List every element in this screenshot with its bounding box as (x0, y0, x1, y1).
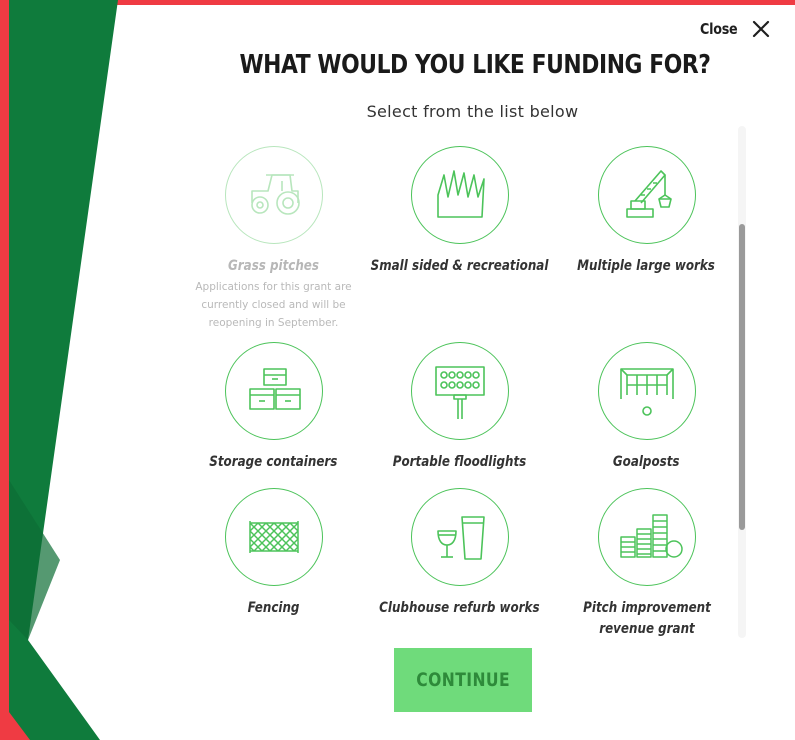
red-frame-left (0, 0, 9, 740)
crane-icon (625, 170, 672, 218)
option-icon-circle (410, 146, 509, 244)
option-icon-circle (224, 146, 323, 244)
option-icon-circle (410, 488, 509, 586)
glasses-icon (436, 516, 485, 560)
option-label: Clubhouse refurb works (379, 600, 540, 616)
option-small-sided-recreational[interactable]: Small sided & recreational (366, 146, 553, 277)
floodlight-icon (434, 366, 485, 419)
option-icon-circle (597, 342, 696, 440)
storage-boxes-icon (248, 368, 301, 410)
page-subtitle: Select from the list below (366, 102, 579, 121)
option-icon-circle (597, 146, 696, 244)
option-storage-containers[interactable]: Storage containers (180, 342, 367, 473)
close-button[interactable]: Close (700, 14, 772, 44)
coin-stacks-icon (619, 514, 683, 558)
close-label: Close (700, 20, 738, 38)
option-closed-note: Applications for this grant are currentl… (195, 281, 352, 329)
continue-button[interactable]: CONTINUE (394, 648, 532, 712)
option-label: Pitch improvement revenue grant (582, 600, 711, 637)
option-label: Fencing (247, 600, 300, 616)
option-icon-circle (224, 488, 323, 586)
option-label: Storage containers (209, 454, 338, 470)
option-multiple-large-works[interactable]: Multiple large works (553, 146, 740, 277)
option-goalposts[interactable]: Goalposts (553, 342, 740, 473)
option-grass-pitches: Grass pitches Applications for this gran… (180, 146, 367, 332)
option-label: Goalposts (613, 454, 680, 470)
option-icon-circle (224, 342, 323, 440)
option-portable-floodlights[interactable]: Portable floodlights (366, 342, 553, 473)
funding-options-grid: Grass pitches Applications for this gran… (180, 138, 740, 638)
option-icon-circle (410, 342, 509, 440)
option-icon-circle (597, 488, 696, 586)
page-title: WHAT WOULD YOU LIKE FUNDING FOR? (239, 50, 711, 80)
tractor-icon (250, 174, 300, 215)
option-label: Small sided & recreational (370, 258, 549, 274)
goalpost-icon (619, 368, 674, 416)
option-label: Multiple large works (577, 258, 716, 274)
fence-icon (248, 521, 299, 553)
option-fencing[interactable]: Fencing (180, 488, 367, 619)
option-clubhouse-refurb-works[interactable]: Clubhouse refurb works (366, 488, 553, 619)
close-icon (752, 20, 770, 38)
red-frame-top (0, 0, 795, 5)
option-label: Portable floodlights (392, 454, 527, 470)
option-label: Grass pitches (228, 258, 319, 274)
continue-label: CONTINUE (416, 669, 510, 691)
scrollbar-track[interactable] (738, 126, 746, 638)
scrollbar-thumb[interactable] (739, 224, 745, 530)
artificial-grass-icon (436, 170, 485, 218)
option-pitch-improvement-revenue-grant[interactable]: Pitch improvement revenue grant (553, 488, 740, 640)
